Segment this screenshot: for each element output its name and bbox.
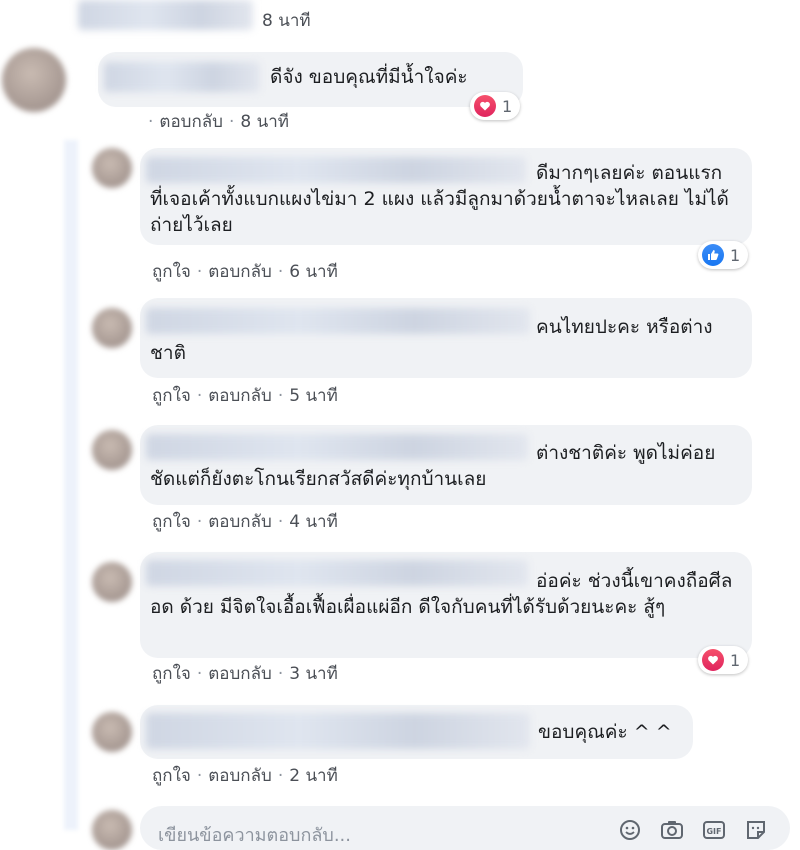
separator-dot: · [277, 262, 284, 282]
reaction-count: 1 [730, 245, 741, 265]
reaction-count: 1 [502, 96, 513, 116]
separator-dot: · [196, 512, 203, 532]
separator-dot: · [277, 766, 284, 786]
comment-meta: 8 นาที [262, 7, 311, 34]
comment-text: ดีจัง ขอบคุณที่มีน้ำใจค่ะ [270, 66, 468, 88]
comment-text: คนไทยปะคะ หรือต่างชาติ [150, 316, 713, 364]
reply-link[interactable]: ตอบกลับ [208, 664, 272, 684]
reply-link[interactable]: ตอบกลับ [208, 386, 272, 406]
like-link[interactable]: ถูกใจ [152, 766, 191, 786]
separator-dot: · [196, 262, 203, 282]
camera-icon[interactable] [660, 819, 684, 841]
comment-time[interactable]: 6 นาที [289, 262, 338, 282]
comment-meta: ถูกใจ · ตอบกลับ · 4 นาที [152, 508, 338, 535]
blurred-comment-bubble [78, 0, 253, 30]
like-link[interactable]: ถูกใจ [152, 262, 191, 282]
comment-time[interactable]: 2 นาที [289, 766, 338, 786]
comment-text: ขอบคุณค่ะ ^ ^ [538, 721, 672, 743]
comment-text: ดีมากๆเลยค่ะ ตอนแรกที่เจอเค้าทั้งแบกแผงไ… [150, 162, 729, 236]
comment-text: อ่อค่ะ ช่วงนี้เขาคงถือศีล อด ด้วย มีจิตใ… [150, 570, 733, 618]
separator-dot: · [196, 766, 203, 786]
comment-meta: ถูกใจ · ตอบกลับ · 5 นาที [152, 382, 338, 409]
reply-thread-line [64, 140, 78, 830]
reply-link[interactable]: ตอบกลับ [208, 766, 272, 786]
avatar[interactable] [92, 810, 132, 850]
reply-placeholder: เขียนข้อความตอบกลับ... [158, 825, 351, 846]
comment-time[interactable]: 8 นาที [262, 11, 311, 31]
blurred-author-name[interactable] [146, 713, 530, 749]
avatar[interactable] [92, 308, 132, 348]
reply-link[interactable]: ตอบกลับ [208, 512, 272, 532]
reply-input[interactable]: เขียนข้อความตอบกลับ... GIF [140, 806, 790, 850]
reaction-count: 1 [730, 650, 741, 670]
avatar[interactable] [92, 712, 132, 752]
heart-icon [474, 95, 496, 117]
separator-dot: · [277, 386, 284, 406]
reaction-badge[interactable]: 1 [698, 241, 749, 269]
sticker-icon[interactable] [744, 819, 768, 841]
separator-dot: · [277, 512, 284, 532]
comment-meta: · ตอบกลับ · 8 นาที [148, 108, 289, 135]
avatar[interactable] [92, 430, 132, 470]
avatar[interactable] [92, 148, 132, 188]
blurred-author-name[interactable] [104, 62, 260, 92]
separator-dot: · [196, 386, 203, 406]
reply-link[interactable]: ตอบกลับ [208, 262, 272, 282]
reaction-badge[interactable]: 1 [470, 92, 521, 120]
emoji-icon[interactable] [618, 819, 642, 841]
reply-link[interactable]: ตอบกลับ [159, 112, 223, 132]
gif-icon[interactable]: GIF [702, 819, 726, 841]
thumbs-up-icon [702, 244, 724, 266]
separator-dot: · [277, 664, 284, 684]
separator-dot: · [228, 112, 235, 132]
comment-time[interactable]: 4 นาที [289, 512, 338, 532]
like-link[interactable]: ถูกใจ [152, 512, 191, 532]
comment-text: ต่างชาติค่ะ พูดไม่ค่อยชัดแต่ก็ยังตะโกนเร… [150, 442, 716, 490]
separator-dot: · [148, 112, 154, 132]
heart-icon [702, 649, 724, 671]
svg-text:GIF: GIF [706, 827, 721, 836]
comment-meta: ถูกใจ · ตอบกลับ · 3 นาที [152, 660, 338, 687]
separator-dot: · [196, 664, 203, 684]
reaction-badge[interactable]: 1 [698, 646, 749, 674]
avatar[interactable] [92, 562, 132, 602]
reply-toolbar: GIF [618, 819, 768, 841]
comment-meta: ถูกใจ · ตอบกลับ · 6 นาที [152, 258, 338, 285]
comment-meta: ถูกใจ · ตอบกลับ · 2 นาที [152, 762, 338, 789]
avatar[interactable] [2, 48, 66, 112]
like-link[interactable]: ถูกใจ [152, 386, 191, 406]
like-link[interactable]: ถูกใจ [152, 664, 191, 684]
comment-time[interactable]: 8 นาที [240, 112, 289, 132]
comment-time[interactable]: 5 นาที [289, 386, 338, 406]
comment-time[interactable]: 3 นาที [289, 664, 338, 684]
